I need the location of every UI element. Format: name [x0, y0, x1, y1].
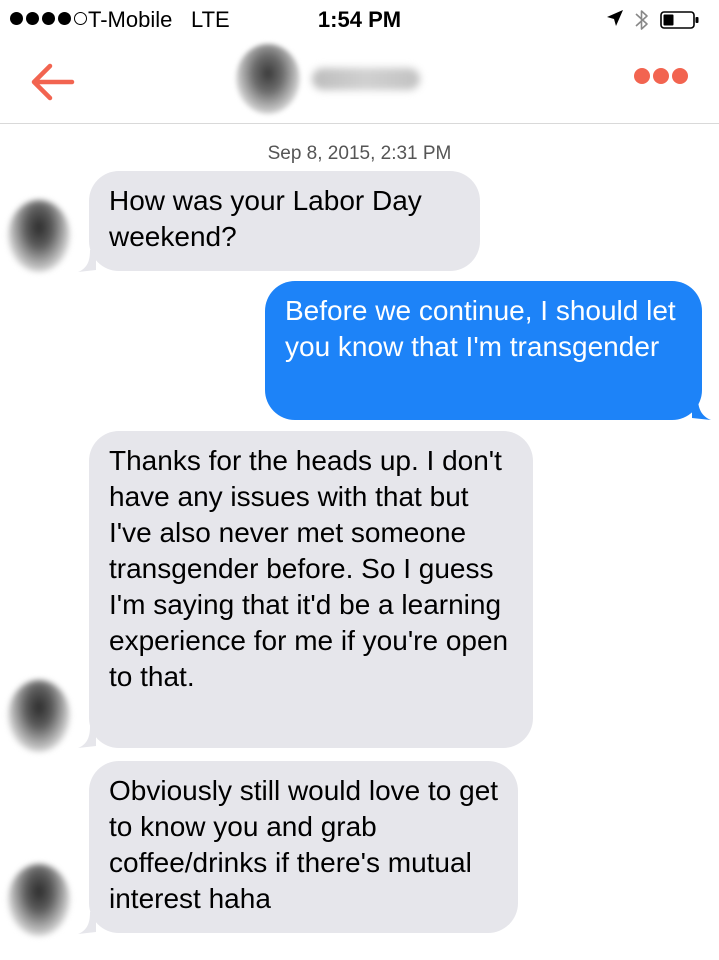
message-text: Obviously still would love to get to kno…: [109, 775, 499, 914]
sender-avatar[interactable]: [8, 680, 70, 752]
message-text: Before we continue, I should let you kno…: [285, 295, 676, 362]
arrow-left-icon: [31, 63, 75, 101]
message-text: How was your Labor Day weekend?: [109, 185, 422, 252]
message-bubble[interactable]: Thanks for the heads up. I don't have an…: [89, 431, 533, 748]
message-bubble[interactable]: Before we continue, I should let you kno…: [265, 281, 702, 420]
message-bubble[interactable]: Obviously still would love to get to kno…: [89, 761, 518, 933]
status-bar: T-Mobile LTE 1:54 PM: [0, 0, 719, 40]
message-text: Thanks for the heads up. I don't have an…: [109, 445, 509, 692]
match-name-blurred[interactable]: [312, 68, 420, 90]
conversation-header: [0, 40, 719, 124]
back-button[interactable]: [28, 60, 76, 104]
message-bubble[interactable]: How was your Labor Day weekend?: [89, 171, 480, 271]
location-arrow-icon: [607, 10, 623, 26]
more-options-button[interactable]: [634, 68, 688, 84]
match-avatar[interactable]: [236, 44, 300, 114]
conversation-timestamp: Sep 8, 2015, 2:31 PM: [267, 143, 452, 164]
ellipsis-icon: [634, 68, 650, 84]
sender-avatar[interactable]: [8, 200, 70, 272]
chat-screen: T-Mobile LTE 1:54 PM Sep 8, 2015, 2:31 P…: [0, 0, 719, 960]
battery-icon: [660, 11, 699, 29]
bluetooth-icon: [635, 10, 648, 30]
sender-avatar[interactable]: [8, 864, 70, 936]
